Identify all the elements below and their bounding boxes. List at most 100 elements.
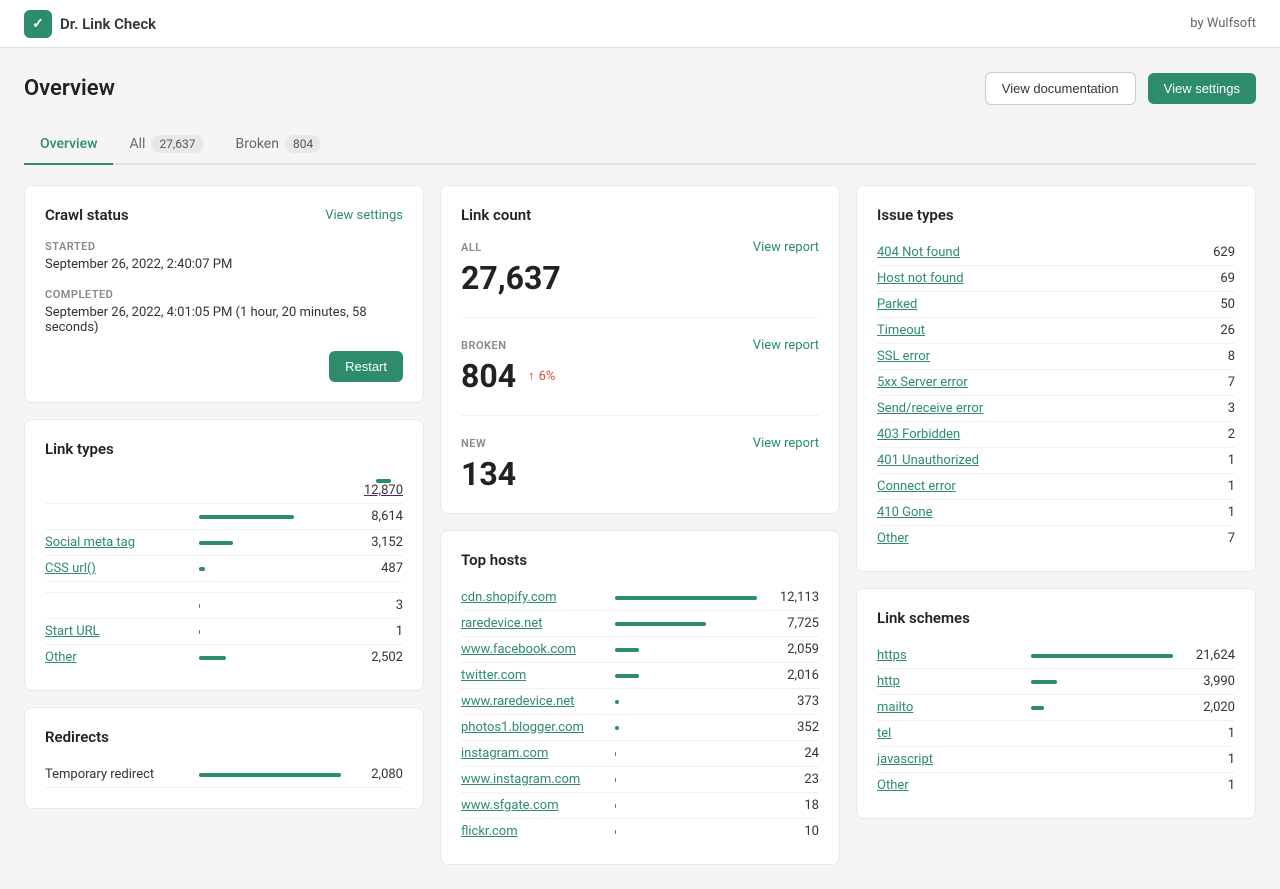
link-type-bar-container <box>199 604 341 608</box>
issue-type-name[interactable]: Connect error <box>877 479 1195 494</box>
redirect-name: Temporary redirect <box>45 767 187 782</box>
lc-all-section: ALL View report 27,637 <box>461 240 819 318</box>
lc-new-value: 134 <box>461 455 819 493</box>
crawl-status-settings-link[interactable]: View settings <box>325 208 403 223</box>
issue-type-name[interactable]: 403 Forbidden <box>877 427 1195 442</box>
left-column: Crawl status View settings STARTED Septe… <box>24 185 424 809</box>
issue-type-count: 3 <box>1195 401 1235 416</box>
started-value: September 26, 2022, 2:40:07 PM <box>45 257 403 272</box>
lc-broken-label: BROKEN <box>461 339 507 352</box>
link-scheme-bar <box>1031 706 1044 710</box>
top-host-row: www.sfgate.com 18 <box>461 793 819 819</box>
link-scheme-bar-container <box>1031 784 1173 788</box>
link-scheme-name[interactable]: https <box>877 648 1019 663</box>
link-type-name[interactable]: Start URL <box>45 624 187 639</box>
link-scheme-row: mailto 2,020 <box>877 695 1235 721</box>
link-type-name[interactable] <box>45 509 187 524</box>
lc-all-header: ALL View report <box>461 240 819 255</box>
issue-type-row: Host not found 69 <box>877 266 1235 292</box>
top-host-name[interactable]: www.instagram.com <box>461 772 603 787</box>
top-host-count: 12,113 <box>769 590 819 605</box>
top-host-count: 7,725 <box>769 616 819 631</box>
completed-value: September 26, 2022, 4:01:05 PM (1 hour, … <box>45 305 403 335</box>
top-host-name[interactable]: raredevice.net <box>461 616 603 631</box>
top-host-name[interactable]: www.sfgate.com <box>461 798 603 813</box>
lc-broken-link[interactable]: View report <box>753 338 819 353</box>
issue-types-card: Issue types 404 Not found 629 Host not f… <box>856 185 1256 572</box>
issue-type-name[interactable]: Send/receive error <box>877 401 1195 416</box>
lc-broken-section: BROKEN View report 804 ↑ 6% <box>461 338 819 416</box>
issue-type-name[interactable]: 401 Unauthorized <box>877 453 1195 468</box>
lc-all-link[interactable]: View report <box>753 240 819 255</box>
link-scheme-bar <box>1031 654 1173 658</box>
issue-type-name[interactable]: 410 Gone <box>877 505 1195 520</box>
link-scheme-row: javascript 1 <box>877 747 1235 773</box>
top-host-name[interactable]: instagram.com <box>461 746 603 761</box>
issue-type-name[interactable]: 404 Not found <box>877 245 1195 260</box>
issue-type-name[interactable]: Timeout <box>877 323 1195 338</box>
restart-button[interactable]: Restart <box>329 351 403 382</box>
app-name: Dr. Link Check <box>60 15 156 33</box>
top-host-name[interactable]: cdn.shopify.com <box>461 590 603 605</box>
link-scheme-name[interactable]: javascript <box>877 752 1019 767</box>
lc-new-link[interactable]: View report <box>753 436 819 451</box>
link-scheme-name[interactable]: http <box>877 674 1019 689</box>
tab-all[interactable]: All 27,637 <box>113 125 219 165</box>
link-type-row: 3 <box>45 593 403 619</box>
tabs-bar: Overview All 27,637 Broken 804 <box>24 125 1256 165</box>
issue-type-count: 50 <box>1195 297 1235 312</box>
view-settings-button[interactable]: View settings <box>1148 73 1256 104</box>
page-title: Overview <box>24 76 115 101</box>
redirects-table: Temporary redirect 2,080 <box>45 762 403 788</box>
top-host-bar-container <box>615 778 757 782</box>
tab-all-badge: 27,637 <box>151 135 203 153</box>
top-host-name[interactable]: www.raredevice.net <box>461 694 603 709</box>
view-documentation-button[interactable]: View documentation <box>985 72 1136 105</box>
link-scheme-name[interactable]: Other <box>877 778 1019 793</box>
top-host-bar-container <box>615 830 757 834</box>
lc-new-section: NEW View report 134 <box>461 436 819 493</box>
link-type-count: 12,870 <box>364 483 403 498</box>
app-header: ✓ Dr. Link Check by Wulfsoft <box>0 0 1280 48</box>
issue-type-name[interactable]: Host not found <box>877 271 1195 286</box>
link-type-count: 8,614 <box>353 509 403 524</box>
top-host-name[interactable]: flickr.com <box>461 824 603 839</box>
issue-types-title: Issue types <box>877 206 954 224</box>
arrow-up-icon: ↑ <box>528 368 535 384</box>
link-type-bar-container <box>199 656 341 660</box>
top-host-name[interactable]: www.facebook.com <box>461 642 603 657</box>
link-types-header: Link types <box>45 440 403 458</box>
top-host-name[interactable]: photos1.blogger.com <box>461 720 603 735</box>
link-schemes-header: Link schemes <box>877 609 1235 627</box>
top-host-bar-container <box>615 752 757 756</box>
cards-grid: Crawl status View settings STARTED Septe… <box>24 185 1256 865</box>
link-scheme-bar <box>1031 680 1057 684</box>
issue-type-name[interactable]: Other <box>877 531 1195 546</box>
top-host-bar <box>615 700 619 704</box>
link-scheme-row: Other 1 <box>877 773 1235 798</box>
top-host-row: twitter.com 2,016 <box>461 663 819 689</box>
issue-type-name[interactable]: SSL error <box>877 349 1195 364</box>
issue-type-count: 69 <box>1195 271 1235 286</box>
top-host-name[interactable]: twitter.com <box>461 668 603 683</box>
issue-type-count: 7 <box>1195 375 1235 390</box>
link-count-title: Link count <box>461 206 531 224</box>
lc-all-value: 27,637 <box>461 259 819 297</box>
top-host-row: www.instagram.com 23 <box>461 767 819 793</box>
link-scheme-row: tel 1 <box>877 721 1235 747</box>
tab-broken[interactable]: Broken 804 <box>220 125 338 165</box>
top-host-bar-container <box>615 648 757 652</box>
link-type-name[interactable]: Other <box>45 650 187 665</box>
link-scheme-name[interactable]: mailto <box>877 700 1019 715</box>
issue-type-row: 401 Unauthorized 1 <box>877 448 1235 474</box>
link-type-bar <box>199 567 205 571</box>
issue-type-name[interactable]: Parked <box>877 297 1195 312</box>
link-type-name[interactable]: Social meta tag <box>45 535 187 550</box>
link-type-bar <box>199 656 226 660</box>
tab-overview[interactable]: Overview <box>24 125 113 165</box>
issue-type-row: Connect error 1 <box>877 474 1235 500</box>
top-host-count: 2,016 <box>769 668 819 683</box>
link-scheme-name[interactable]: tel <box>877 726 1019 741</box>
issue-type-name[interactable]: 5xx Server error <box>877 375 1195 390</box>
link-type-name[interactable]: CSS url() <box>45 561 187 576</box>
